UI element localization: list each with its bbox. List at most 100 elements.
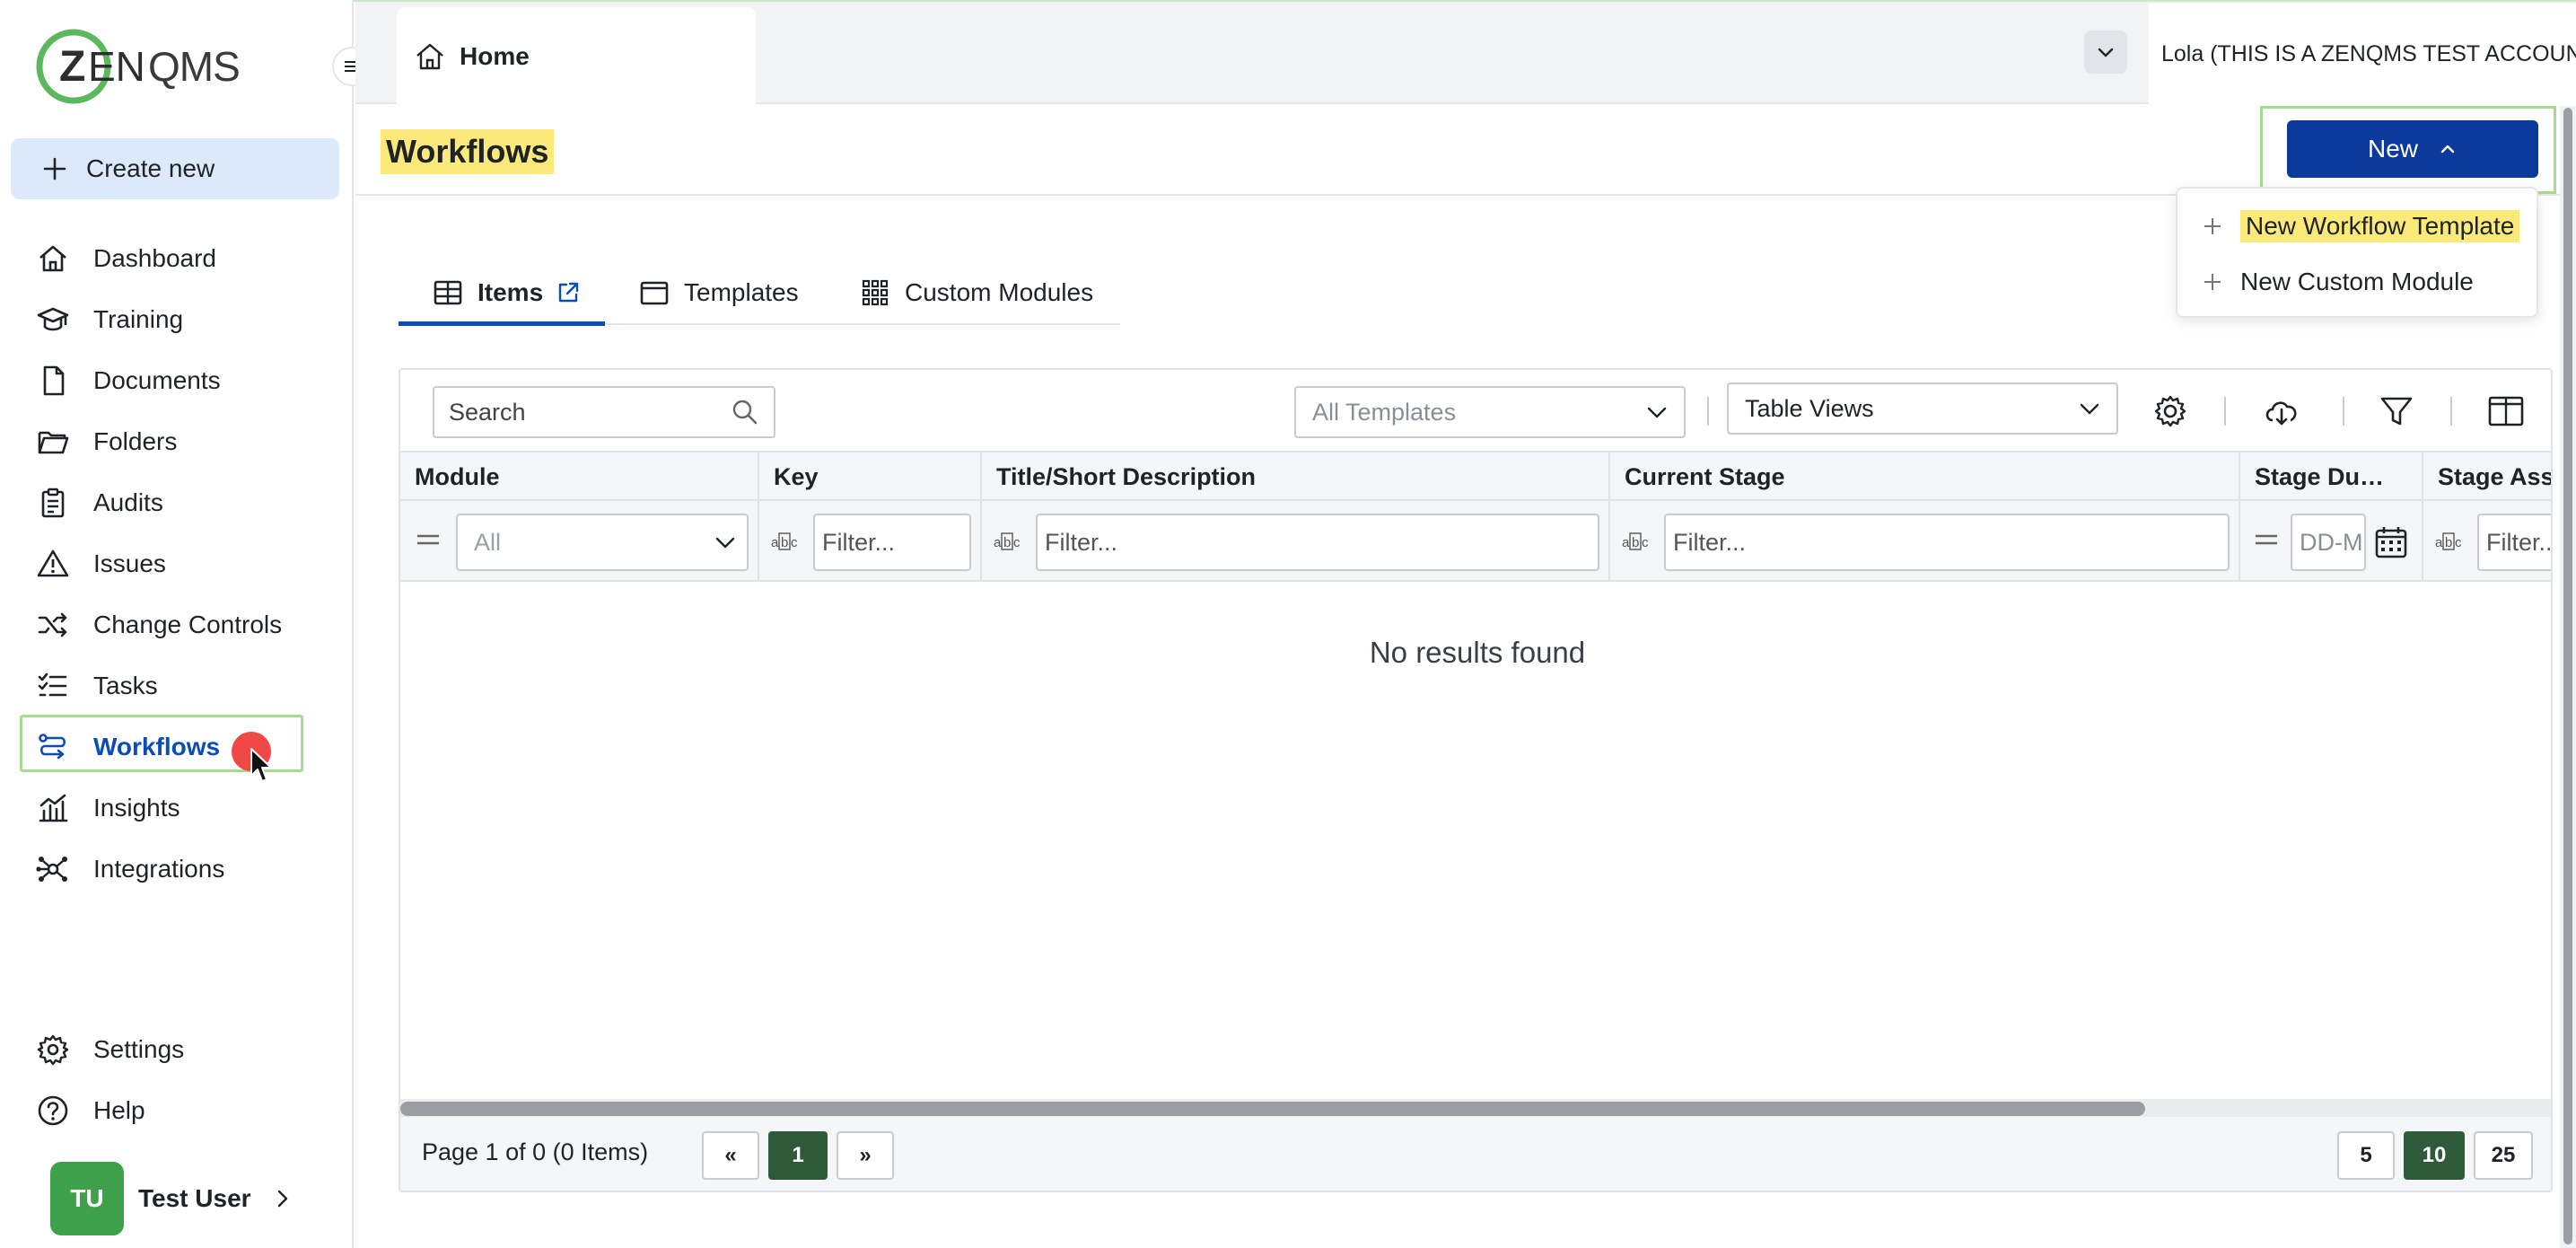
tab-templates[interactable]: Templates (639, 262, 799, 323)
network-icon (36, 857, 67, 882)
template-select[interactable]: All Templates (1294, 386, 1686, 438)
date-filter-input[interactable]: DD-M (2291, 514, 2366, 571)
menu-item-new-workflow-template[interactable]: New Workflow Template (2203, 207, 2520, 246)
new-button[interactable]: New (2287, 120, 2538, 178)
user-menu[interactable]: TU Test User (50, 1162, 293, 1235)
gear-icon[interactable] (2149, 390, 2192, 433)
sidebar-item-label: Help (93, 1096, 145, 1124)
svg-text:a: a (771, 535, 779, 550)
sidebar-item-tasks[interactable]: Tasks (36, 664, 158, 708)
column-header-stage-due[interactable]: Stage Du… (2240, 453, 2423, 501)
calendar-icon[interactable] (2373, 524, 2409, 560)
page-title: Workflows (381, 129, 555, 174)
menu-item-new-custom-module[interactable]: New Custom Module (2203, 262, 2474, 302)
sidebar-item-settings[interactable]: Settings (36, 1027, 184, 1072)
table-views-select[interactable]: Table Views (1727, 382, 2118, 435)
search-input[interactable]: Search (433, 386, 775, 438)
account-name[interactable]: Lola (THIS IS A ZENQMS TEST ACCOUNT) (2149, 4, 2576, 104)
app-window: Z EN QMS Create new Dashboard Training D… (0, 0, 2576, 1248)
cloud-download-icon[interactable] (2260, 390, 2303, 433)
filter-cell-stage-assignee: abc Filter... (2423, 501, 2551, 580)
column-header-key[interactable]: Key (759, 453, 982, 501)
sidebar-item-training[interactable]: Training (36, 297, 183, 342)
module-filter-select[interactable]: All (456, 514, 749, 571)
sidebar-item-label: Audits (93, 488, 163, 516)
grid-dots-icon (862, 279, 889, 306)
sidebar-item-label: Dashboard (93, 244, 216, 272)
tab-custom-modules[interactable]: Custom Modules (860, 262, 1093, 323)
sidebar-item-insights[interactable]: Insights (36, 786, 180, 831)
page-size-5-button[interactable]: 5 (2337, 1131, 2395, 1180)
text-filter-icon: abc (1622, 532, 1649, 550)
toolbar-separator (2343, 397, 2344, 426)
svg-text:b: b (1003, 535, 1011, 550)
scrollbar-thumb[interactable] (400, 1102, 2145, 1116)
chevron-down-icon (715, 537, 735, 549)
mouse-pointer-icon (250, 748, 272, 782)
sidebar-item-dashboard[interactable]: Dashboard (36, 236, 216, 281)
horizontal-scrollbar[interactable] (400, 1099, 2551, 1117)
stage-filter-input[interactable]: Filter... (1664, 514, 2230, 571)
sidebar-item-label: Insights (93, 794, 180, 822)
zenqms-logo[interactable]: Z EN QMS (36, 25, 251, 108)
warning-icon (37, 549, 69, 577)
column-header-module[interactable]: Module (400, 453, 759, 501)
sidebar-item-issues[interactable]: Issues (36, 541, 166, 586)
column-header-stage-assignee[interactable]: Stage Assi (2423, 453, 2551, 501)
empty-state-message: No results found (1369, 636, 1586, 669)
sidebar-item-help[interactable]: Help (36, 1088, 145, 1133)
column-header-title[interactable]: Title/Short Description (982, 453, 1610, 501)
text-filter-icon: abc (2435, 532, 2462, 550)
sidebar-item-label: Folders (93, 427, 178, 455)
toolbar-separator (2224, 397, 2226, 426)
account-dropdown-button[interactable] (2084, 31, 2127, 74)
workflows-grid: Search All Templates Table Views Module (399, 368, 2553, 1192)
sidebar-item-audits[interactable]: Audits (36, 480, 163, 525)
vertical-scrollbar[interactable] (2560, 106, 2576, 1248)
grid-toolbar: Search All Templates Table Views (400, 370, 2551, 451)
prev-page-button[interactable]: « (702, 1131, 759, 1180)
create-new-button[interactable]: Create new (11, 138, 339, 199)
assignee-filter-input[interactable]: Filter... (2477, 514, 2551, 571)
pagination-bar: Page 1 of 0 (0 Items) « 1 » 5 10 25 (400, 1117, 2551, 1191)
filter-row: All abc Filter... abc Filter... abc Filt… (400, 501, 2551, 582)
page-1-button[interactable]: 1 (768, 1131, 828, 1180)
external-link-icon[interactable] (556, 280, 581, 305)
page-size-25-button[interactable]: 25 (2474, 1131, 2533, 1180)
module-filter-value: All (474, 528, 502, 556)
columns-icon[interactable] (2484, 390, 2528, 433)
gear-icon (37, 1034, 69, 1066)
filter-icon[interactable] (2375, 390, 2418, 433)
tab-items[interactable]: Items (433, 262, 581, 323)
svg-text:a: a (994, 535, 1002, 550)
sidebar-item-label: Settings (93, 1035, 185, 1063)
table-views-value: Table Views (1745, 394, 1874, 422)
svg-text:c: c (1013, 535, 1021, 550)
sidebar-item-folders[interactable]: Folders (36, 419, 177, 464)
next-page-button[interactable]: » (837, 1131, 894, 1180)
scrollbar-thumb[interactable] (2563, 108, 2572, 1244)
menu-item-label: New Workflow Template (2240, 210, 2520, 242)
column-header-current-stage[interactable]: Current Stage (1610, 453, 2240, 501)
tab-label: Custom Modules (905, 278, 1094, 306)
svg-text:Z: Z (59, 43, 85, 91)
top-bar: Home Lola (THIS IS A ZENQMS TEST ACCOUNT… (355, 2, 2576, 106)
toolbar-separator (1707, 397, 1709, 426)
svg-text:EN: EN (88, 43, 145, 90)
sidebar-item-label: Documents (93, 366, 221, 394)
chevron-down-icon (1647, 407, 1667, 418)
sidebar-item-change-controls[interactable]: Change Controls (36, 602, 282, 647)
tab-home[interactable]: Home (397, 7, 756, 106)
active-tab-indicator (399, 321, 605, 326)
sidebar-item-documents[interactable]: Documents (36, 358, 221, 403)
create-new-label: Create new (86, 154, 215, 182)
text-filter-icon: abc (771, 532, 798, 550)
search-placeholder: Search (449, 398, 526, 426)
page-size-10-button[interactable]: 10 (2404, 1131, 2465, 1180)
key-filter-input[interactable]: Filter... (813, 514, 971, 571)
chart-icon (39, 794, 68, 822)
title-filter-input[interactable]: Filter... (1036, 514, 1599, 571)
sidebar-item-label: Training (93, 305, 184, 333)
sidebar-item-label: Change Controls (93, 611, 283, 638)
sidebar-item-integrations[interactable]: Integrations (36, 847, 224, 892)
